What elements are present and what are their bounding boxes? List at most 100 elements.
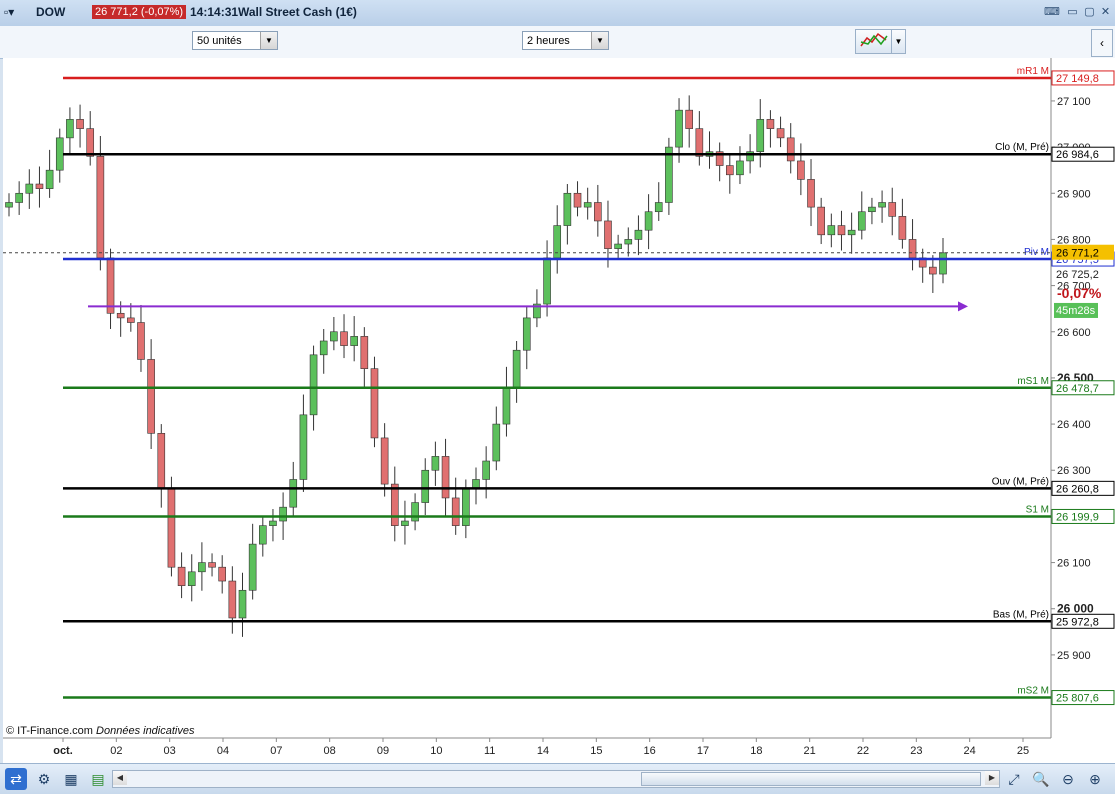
candle-body [726, 165, 734, 176]
candle-body [685, 109, 693, 129]
chevron-down-icon[interactable]: ▼ [591, 32, 608, 49]
candle-body [837, 225, 846, 236]
candle-body [390, 483, 399, 526]
candle-body [756, 119, 765, 153]
side-panel-toggle-icon[interactable]: ‹ [1091, 29, 1113, 57]
level-tag: 25 972,8 [1056, 616, 1099, 628]
period-select[interactable]: 2 heures ▼ [522, 31, 609, 50]
candle-body [522, 317, 531, 351]
candle-body [807, 179, 815, 208]
candle-body [827, 225, 836, 236]
candle-body [238, 589, 247, 619]
maximize-icon[interactable]: ▢ [1083, 6, 1096, 19]
keyboard-icon[interactable]: ⌨ [1043, 6, 1061, 19]
candle-body [421, 469, 430, 503]
candle-body [411, 502, 419, 522]
y-tick-label: 26 400 [1057, 419, 1091, 431]
candle-body [401, 520, 409, 526]
candle-body [675, 109, 683, 148]
level-tag: 26 984,6 [1056, 149, 1099, 161]
chart-type-icon[interactable] [855, 29, 893, 54]
y-tick-label: 26 000 [1057, 602, 1094, 616]
x-tick-label: 21 [804, 745, 816, 757]
candle-body [502, 386, 511, 425]
scroll-right-icon[interactable]: ▶ [985, 771, 999, 785]
candle-body [929, 266, 937, 275]
candle-body [147, 359, 155, 434]
candle-body [451, 497, 460, 526]
trend-arrow-head [958, 301, 968, 312]
zoom-reset-icon[interactable]: ⊕ [1084, 768, 1106, 790]
x-tick-label: 25 [1017, 745, 1029, 757]
time-label: 14:14:31 [190, 5, 239, 19]
indicator-icon[interactable]: ▤ [87, 768, 109, 790]
candle-body [208, 562, 216, 568]
x-tick-label: 04 [217, 745, 229, 757]
y-tick-label: 26 600 [1057, 327, 1091, 339]
grid-icon[interactable]: ▦ [60, 768, 82, 790]
extra-price-label: 26 725,2 [1056, 269, 1099, 281]
candle-body [157, 433, 166, 490]
candle-body [76, 119, 84, 129]
level-name: mR1 M [1017, 66, 1049, 77]
app-menu-icon[interactable]: ▫▾ [4, 5, 14, 19]
candle-body [492, 423, 501, 462]
candle-body [766, 119, 775, 129]
candle-body [939, 252, 947, 275]
x-tick-label: 03 [164, 745, 176, 757]
scroll-left-icon[interactable]: ◀ [113, 771, 127, 785]
x-tick-label: 14 [537, 745, 549, 757]
chart-toolbar: 50 unités ▼ 2 heures ▼ ▼ [0, 26, 1115, 59]
zoom-out-icon[interactable]: ⊖ [1057, 768, 1079, 790]
candle-body [583, 202, 592, 208]
copyright-label: © IT-Finance.com [6, 725, 93, 737]
candle-body [35, 183, 44, 189]
x-tick-label: 08 [324, 745, 336, 757]
candle-body [248, 543, 257, 591]
level-tag: 26 478,7 [1056, 383, 1099, 395]
candle-body [259, 525, 267, 545]
chevron-down-icon[interactable]: ▼ [260, 32, 277, 49]
candle-body [299, 414, 308, 480]
x-tick-label: 11 [484, 745, 495, 757]
candle-body [878, 202, 886, 208]
candle-body [776, 128, 785, 139]
y-tick-label: 26 100 [1057, 558, 1091, 570]
x-tick-label: 18 [750, 745, 762, 757]
period-select-value: 2 heures [527, 35, 570, 47]
zoom-in-icon[interactable]: 🔍 [1030, 768, 1052, 790]
scroll-thumb[interactable] [641, 772, 981, 786]
settings-icon[interactable]: ⚙ [33, 768, 55, 790]
candle-body [898, 216, 907, 240]
horizontal-scrollbar[interactable]: ◀ ▶ [112, 770, 1000, 788]
price-badge: 26 771,2 (-0,07%) [92, 5, 187, 19]
symbol-label: DOW [36, 5, 66, 19]
minimize-icon[interactable]: ▭ [1066, 6, 1079, 19]
title-bar: ▫▾ DOW 26 771,2 (-0,07%) 14:14:31 Wall S… [0, 0, 1115, 27]
candle-body [786, 137, 795, 162]
chart-type-dropdown-icon[interactable]: ▼ [891, 29, 906, 54]
candle-body [187, 571, 196, 586]
price-chart[interactable]: 27 10027 00026 90026 80026 70026 60026 5… [3, 58, 1115, 768]
candle-body [309, 354, 318, 416]
candle-body [15, 192, 23, 203]
candle-body [116, 312, 125, 319]
level-tag: 26 199,9 [1056, 511, 1099, 523]
candle-body [198, 562, 206, 573]
chart-type-glyph [860, 32, 888, 47]
units-select-value: 50 unités [197, 35, 242, 47]
zoom-fit-icon[interactable]: ⤢ [1003, 768, 1025, 790]
candle-body [817, 206, 825, 236]
units-select[interactable]: 50 unités ▼ [192, 31, 278, 50]
close-icon[interactable]: ✕ [1099, 6, 1112, 19]
candle-body [624, 239, 633, 245]
y-tick-label: 26 900 [1057, 188, 1091, 200]
level-name: mS1 M [1017, 376, 1049, 387]
candle-body [482, 460, 490, 480]
x-tick-label: 17 [697, 745, 709, 757]
candle-body [908, 239, 917, 259]
y-tick-label: 26 300 [1057, 465, 1091, 477]
share-icon[interactable]: ⇄ [5, 768, 27, 790]
y-tick-label: 27 100 [1057, 96, 1091, 108]
level-name: mS2 M [1017, 686, 1049, 697]
